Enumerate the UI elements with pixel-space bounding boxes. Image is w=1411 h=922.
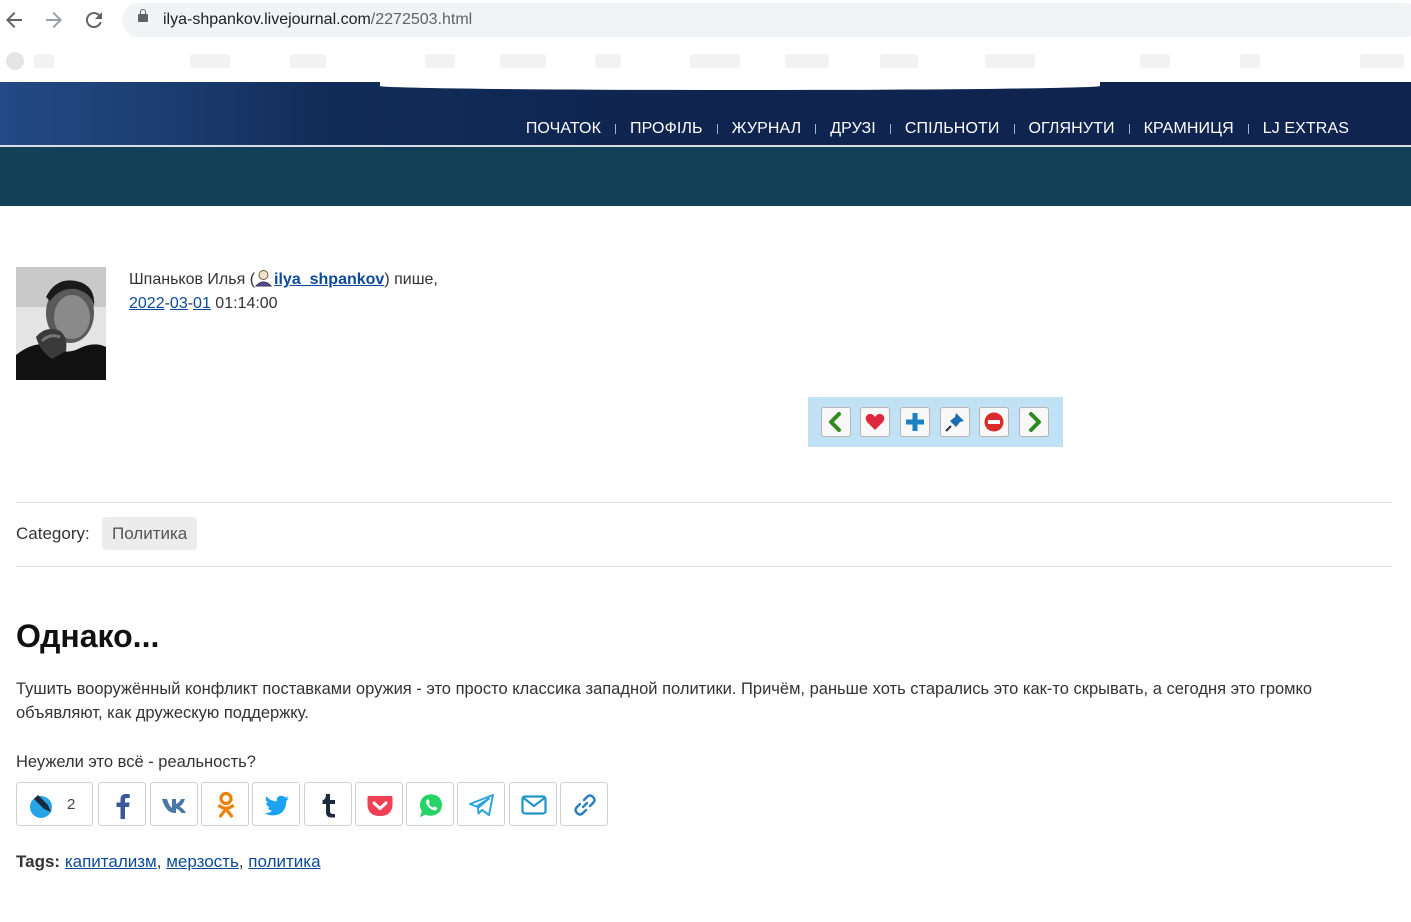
divider <box>16 566 1392 567</box>
comments-button[interactable]: 2 <box>16 782 93 826</box>
pin-icon[interactable] <box>940 407 970 437</box>
entry-tags: Tags: капитализм, мерзость, политика <box>16 852 321 871</box>
nav-item-friends[interactable]: ДРУЗІ <box>816 120 890 138</box>
copy-link-button[interactable] <box>560 782 608 826</box>
vk-icon <box>162 799 186 813</box>
date-day-link[interactable]: 01 <box>193 295 211 312</box>
telegram-share-button[interactable] <box>457 782 505 826</box>
nav-item-start[interactable]: ПОЧАТОК <box>512 120 615 138</box>
entry-paragraph: Неужели это всё - реальность? <box>16 753 256 771</box>
entry-title: Однако... <box>16 618 160 654</box>
prev-arrow-icon[interactable] <box>821 407 851 437</box>
date-month-link[interactable]: 03 <box>170 295 188 312</box>
odnoklassniki-icon <box>217 791 235 818</box>
main-nav: ПОЧАТОК ПРОФІЛЬ ЖУРНАЛ ДРУЗІ СПІЛЬНОТИ О… <box>512 120 1363 138</box>
whatsapp-icon <box>419 794 443 817</box>
tumblr-icon <box>322 794 335 818</box>
entry-paragraph: Тушить вооружённый конфликт поставками о… <box>16 680 1313 722</box>
username-link[interactable]: ilya_shpankov <box>274 271 384 288</box>
link-icon <box>574 794 596 816</box>
category-label: Category: <box>16 524 90 543</box>
twitter-icon <box>264 795 289 816</box>
facebook-share-button[interactable] <box>98 782 146 826</box>
telegram-icon <box>469 794 494 816</box>
nav-item-journal[interactable]: ЖУРНАЛ <box>718 120 816 138</box>
tags-label: Tags: <box>16 852 61 871</box>
entry-date: 2022-03-01 01:14:00 <box>129 295 278 312</box>
entry-toolbar <box>808 397 1063 447</box>
nav-item-explore[interactable]: ОГЛЯНУТИ <box>1015 120 1129 138</box>
tumblr-share-button[interactable] <box>304 782 352 826</box>
date-year-link[interactable]: 2022 <box>129 295 165 312</box>
pocket-share-button[interactable] <box>355 782 403 826</box>
reload-icon[interactable] <box>82 8 106 32</box>
category-chip[interactable]: Политика <box>102 517 198 550</box>
browser-toolbar: ilya-shpankov.livejournal.com/2272503.ht… <box>0 0 1411 40</box>
next-arrow-icon[interactable] <box>1019 407 1049 437</box>
nav-item-shop[interactable]: КРАМНИЦЯ <box>1130 120 1248 138</box>
pocket-icon <box>367 796 393 816</box>
divider <box>16 502 1392 503</box>
url-text: ilya-shpankov.livejournal.com/2272503.ht… <box>163 11 473 28</box>
nav-item-profile[interactable]: ПРОФІЛЬ <box>616 120 717 138</box>
user-icon[interactable] <box>254 269 273 287</box>
author-name: Шпаньков Илья ( <box>129 271 256 288</box>
header-band <box>0 147 1411 206</box>
plus-icon[interactable] <box>900 407 930 437</box>
comment-icon <box>30 795 52 818</box>
facebook-icon <box>116 794 130 819</box>
writes-text: ) пише, <box>384 271 438 288</box>
email-share-button[interactable] <box>509 782 557 826</box>
avatar[interactable] <box>16 267 106 380</box>
lock-icon <box>138 9 148 22</box>
vk-share-button[interactable] <box>150 782 198 826</box>
nav-item-lj-extras[interactable]: LJ EXTRAS <box>1249 120 1363 138</box>
address-bar[interactable]: ilya-shpankov.livejournal.com/2272503.ht… <box>122 3 1411 37</box>
tag-link[interactable]: мерзость <box>166 852 239 871</box>
comment-count: 2 <box>67 796 76 813</box>
twitter-share-button[interactable] <box>252 782 300 826</box>
bookmark-icon <box>6 52 24 70</box>
entry-time: 01:14:00 <box>215 295 278 312</box>
forward-icon[interactable] <box>42 8 66 32</box>
email-icon <box>521 795 547 815</box>
heart-icon[interactable] <box>860 407 890 437</box>
bookmarks-bar <box>0 40 1411 82</box>
back-icon[interactable] <box>2 8 26 32</box>
whatsapp-share-button[interactable] <box>406 782 454 826</box>
nav-item-communities[interactable]: СПІЛЬНОТИ <box>891 120 1014 138</box>
tag-link[interactable]: капитализм <box>65 852 157 871</box>
tag-link[interactable]: политика <box>248 852 320 871</box>
minus-icon[interactable] <box>979 407 1009 437</box>
entry-byline: Шпаньков Илья ( ilya_shpankov) пише, <box>129 269 438 289</box>
odnoklassniki-share-button[interactable] <box>201 782 249 826</box>
